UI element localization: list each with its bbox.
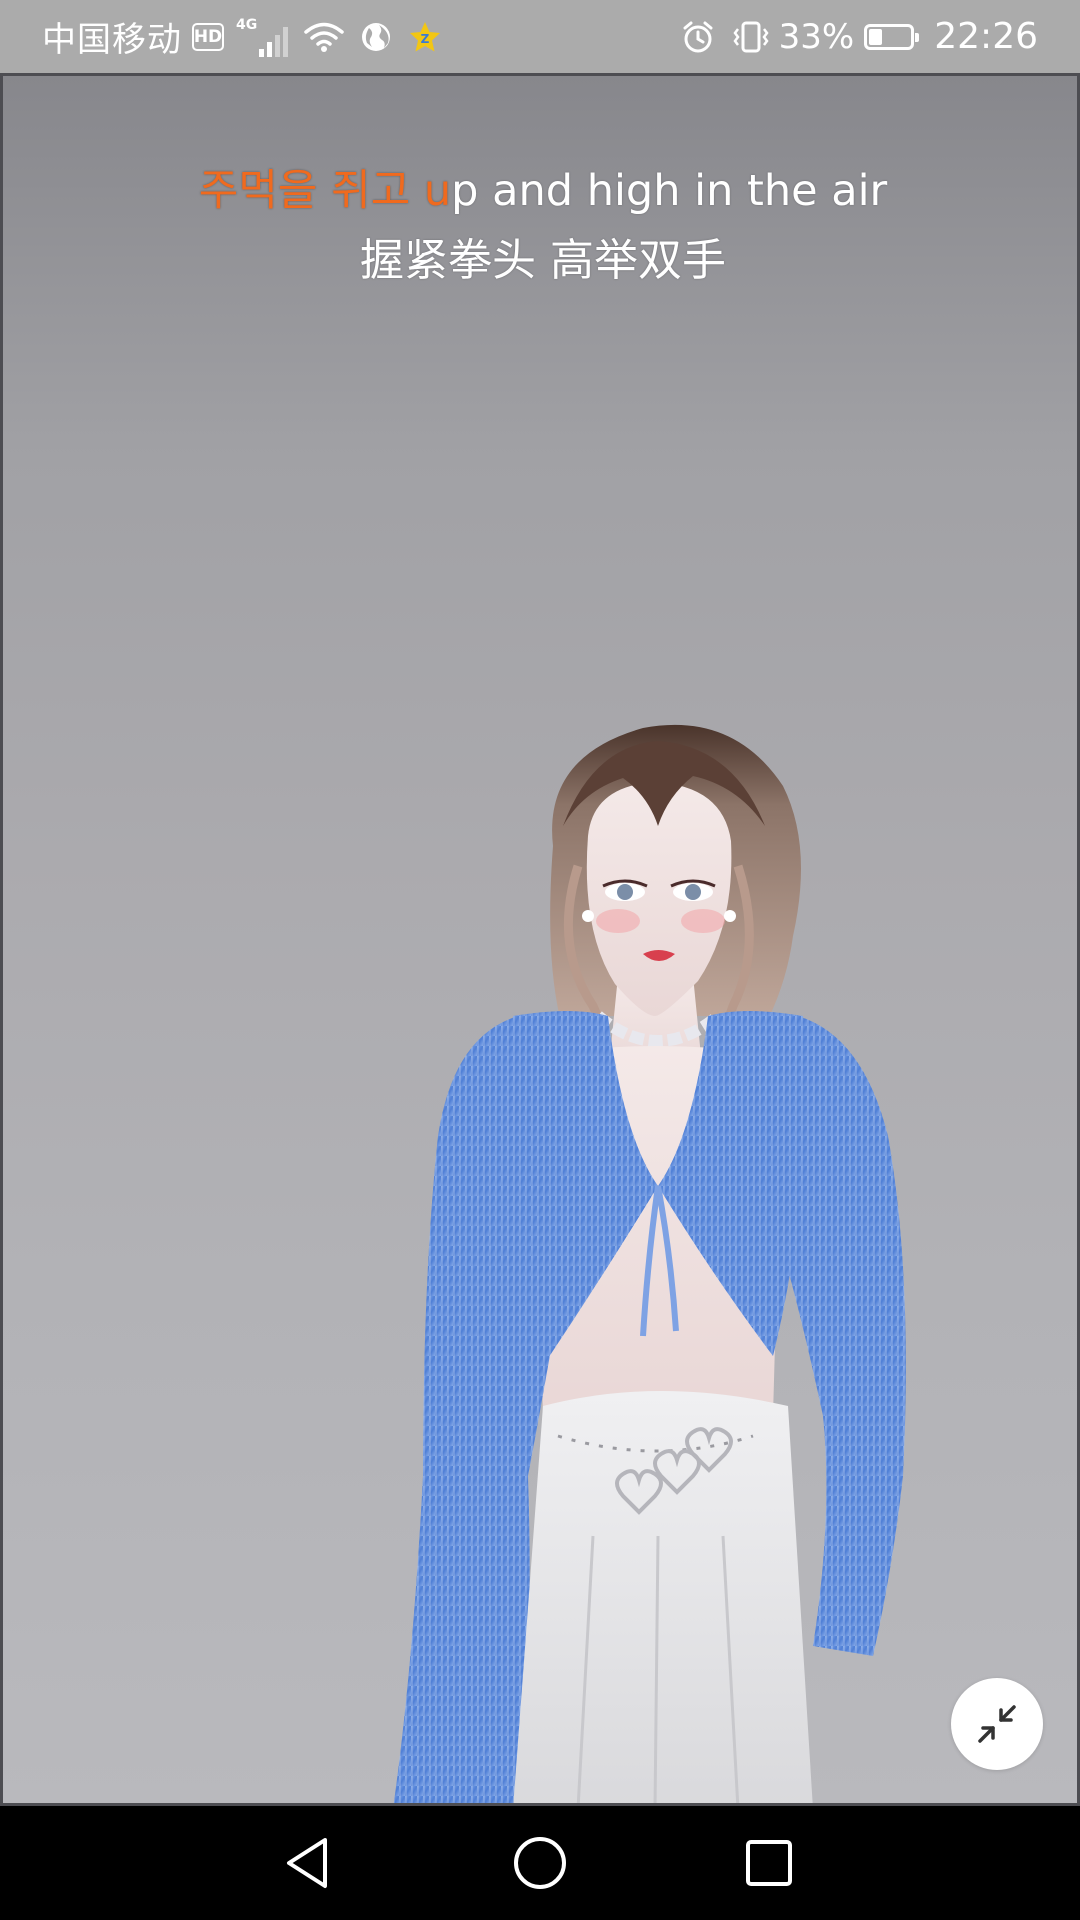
recents-button[interactable]: [734, 1828, 804, 1898]
minimize-arrows-icon: [978, 1705, 1016, 1743]
navigation-bar: [0, 1806, 1080, 1920]
home-button[interactable]: [505, 1828, 575, 1898]
shrink-button[interactable]: [951, 1678, 1043, 1770]
network-type-label: 4G: [236, 16, 258, 33]
recents-square-icon: [746, 1840, 792, 1886]
lyric-line-current: 주먹을 쥐고 up and high in the air: [3, 161, 1077, 221]
lyric-sung-part: 주먹을 쥐고 u: [198, 166, 452, 216]
clock: 22:26: [934, 16, 1038, 57]
status-bar: 中国移动 HD 4G Z 33% 22:26: [0, 0, 1080, 73]
alarm-icon: [681, 20, 715, 54]
screen: 中国移动 HD 4G Z 33% 22:26 주먹을 쥐고 up and hig…: [0, 0, 1080, 1920]
lyrics-overlay: 주먹을 쥐고 up and high in the air 握紧拳头 高举双手: [3, 161, 1077, 291]
battery-icon: [864, 23, 920, 50]
signal-icon: 4G: [236, 16, 289, 57]
lyric-unsung-part: p and high in the air: [451, 166, 888, 216]
wifi-icon: [304, 21, 344, 53]
back-button[interactable]: [272, 1828, 342, 1898]
carrier-name: 中国移动: [42, 20, 182, 60]
battery-percent: 33%: [778, 16, 855, 57]
avatar-viewport[interactable]: 주먹을 쥐고 up and high in the air 握紧拳头 高举双手: [0, 73, 1080, 1806]
svg-text:Z: Z: [421, 32, 430, 46]
vibrate-icon: [731, 20, 771, 54]
star-badge-icon: Z: [408, 21, 442, 53]
back-triangle-icon: [287, 1838, 327, 1888]
lyric-line-translation: 握紧拳头 高举双手: [360, 235, 726, 286]
avatar-figure: [393, 724, 906, 1803]
status-bar-left: 中国移动 HD 4G Z: [42, 0, 442, 73]
status-bar-right: 33% 22:26: [665, 0, 1038, 73]
battery-level: [869, 28, 883, 45]
home-circle-icon: [514, 1837, 566, 1889]
hd-icon: HD: [192, 22, 224, 51]
globe-icon: [360, 21, 392, 53]
